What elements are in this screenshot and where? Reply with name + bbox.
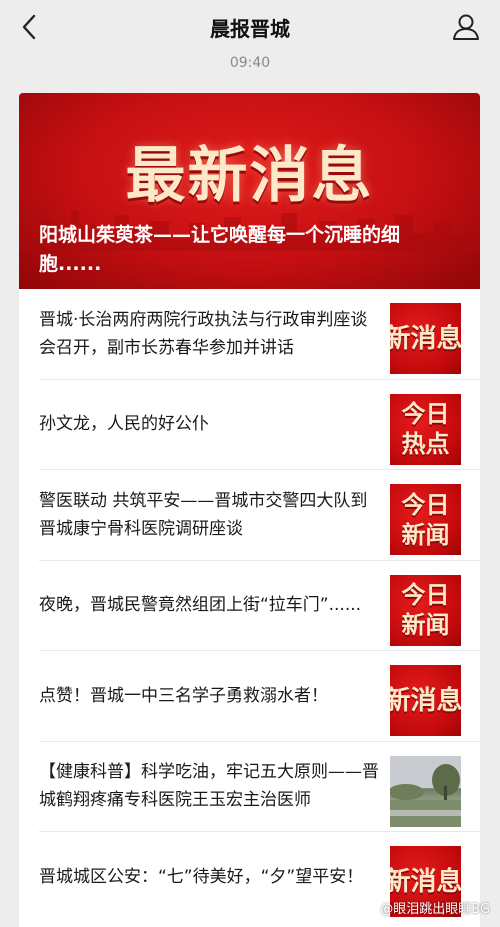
article-title: 孙文龙，人民的好公仆 — [39, 414, 209, 435]
timestamp: 09:40 — [229, 55, 271, 71]
banner-caption: 阳城山茱萸茶——让它唤醒每一个沉睡的细胞...... — [39, 224, 401, 275]
park-photo-graphic — [390, 755, 461, 827]
article-thumbnail: 今日新闻 — [390, 574, 461, 646]
list-item[interactable]: 【健康科普】科学吃油，牢记五大原则——晋城鹤翔疼痛专科医院王玉宏主治医师 — [39, 742, 480, 832]
thumb-text: 今日新闻 — [401, 581, 450, 639]
watermark: @眼泪跳出眼眶BG — [380, 898, 490, 917]
list-item[interactable]: 夜晚，晋城民警竟然组团上街“拉车门”...... 今日新闻 — [39, 561, 480, 651]
article-thumbnail: 今日新闻 — [390, 484, 461, 555]
article-title: 晋城城区公安：“七”待美好，“夕”望平安！ — [39, 867, 364, 888]
profile-button[interactable] — [450, 11, 482, 43]
top-bar: 晨报晋城 — [0, 0, 500, 56]
list-item[interactable]: 晋城·长治两府两院行政执法与行政审判座谈会召开，副市长苏春华参加并讲话 最新消息 — [39, 289, 480, 380]
article-thumbnail-photo — [390, 755, 461, 827]
article-list: 晋城·长治两府两院行政执法与行政审判座谈会召开，副市长苏春华参加并讲话 最新消息… — [19, 289, 480, 923]
article-title: 点赞！晋城一中三名学子勇救溺水者！ — [39, 685, 328, 706]
article-thumbnail: 最新消息 — [390, 665, 461, 736]
article-thumbnail: 今日热点 — [390, 393, 461, 465]
article-card: 最新消息 阳城山茱萸茶——让它唤醒每一个沉睡的细胞...... 晋城·长治两府两… — [19, 93, 480, 927]
article-title: 【健康科普】科学吃油，牢记五大原则——晋城鹤翔疼痛专科医院王玉宏主治医师 — [39, 762, 379, 811]
list-item[interactable]: 孙文龙，人民的好公仆 今日热点 — [39, 380, 480, 470]
thumb-text: 今日新闻 — [401, 490, 450, 549]
article-title: 晋城·长治两府两院行政执法与行政审判座谈会召开，副市长苏春华参加并讲话 — [39, 309, 368, 358]
user-icon — [453, 14, 479, 40]
banner-headline: 最新消息 — [125, 141, 374, 211]
thumb-text: 今日热点 — [401, 400, 450, 458]
list-item[interactable]: 警医联动 共筑平安——晋城市交警四大队到晋城康宁骨科医院调研座谈 今日新闻 — [39, 470, 480, 561]
article-thumbnail: 最新消息 — [390, 303, 461, 374]
page-title: 晨报晋城 — [210, 17, 290, 41]
article-title: 夜晚，晋城民警竟然组团上街“拉车门”...... — [39, 595, 362, 616]
watermark-text: @眼泪跳出眼眶BG — [380, 902, 490, 917]
banner[interactable]: 最新消息 阳城山茱萸茶——让它唤醒每一个沉睡的细胞...... — [19, 93, 480, 289]
list-item[interactable]: 点赞！晋城一中三名学子勇救溺水者！ 最新消息 — [39, 651, 480, 742]
article-title: 警医联动 共筑平安——晋城市交警四大队到晋城康宁骨科医院调研座谈 — [39, 490, 368, 539]
